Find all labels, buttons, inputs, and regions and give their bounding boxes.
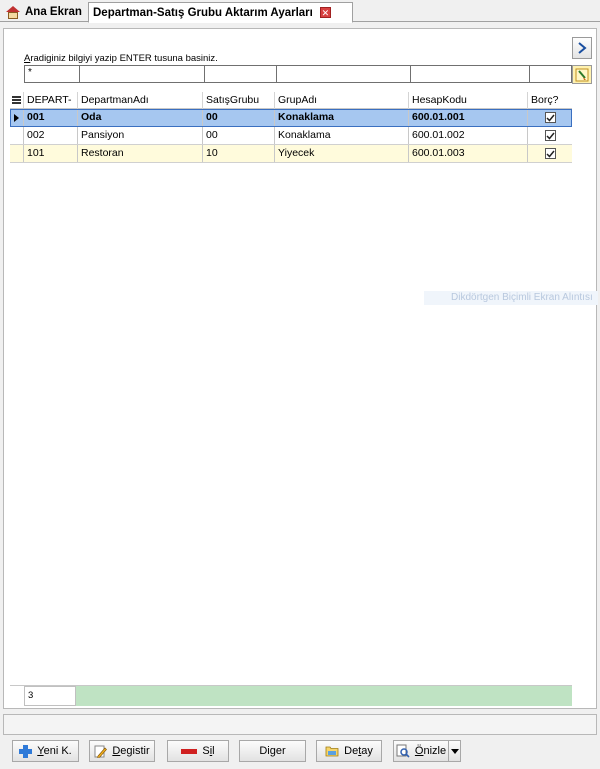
- detay-label: Detay: [344, 745, 373, 757]
- filter-hesap-input[interactable]: [410, 65, 530, 83]
- row-indicator: [10, 127, 24, 144]
- onizle-button[interactable]: Önizle: [393, 740, 449, 762]
- grid-header: DEPART- DepartmanAdı SatışGrubu GrupAdı …: [10, 92, 572, 109]
- yeni-kayit-label: Yeni K.: [37, 745, 72, 757]
- filter-adi-input[interactable]: [79, 65, 205, 83]
- grid-body: 001 Oda 00 Konaklama 600.01.001 002 Pans…: [10, 109, 572, 163]
- row-indicator: [10, 109, 24, 126]
- main-panel: Aradiginiz bilgiyi yazip ENTER tusuna ba…: [3, 28, 598, 709]
- borc-checkbox[interactable]: [544, 148, 556, 159]
- ghost-overlay-text: Dikdörtgen Biçimli Ekran Alıntısı: [424, 291, 598, 305]
- cell-borc[interactable]: [528, 145, 572, 162]
- col-header-borc[interactable]: Borç?: [528, 92, 572, 109]
- table-row[interactable]: 101 Restoran 10 Yiyecek 600.01.003: [10, 145, 572, 163]
- tab-bar: Ana Ekran Departman-Satış Grubu Aktarım …: [0, 0, 600, 23]
- cell-depart[interactable]: 101: [24, 145, 78, 162]
- yeni-kayit-button[interactable]: Yeni K.: [12, 740, 79, 762]
- status-bar: [3, 714, 597, 735]
- diger-label: Diger: [259, 745, 286, 757]
- degistir-label: Degistir: [112, 745, 150, 757]
- tab-active-label: Departman-Satış Grubu Aktarım Ayarları: [93, 6, 313, 19]
- table-row[interactable]: 002 Pansiyon 00 Konaklama 600.01.002: [10, 127, 572, 145]
- col-header-depart[interactable]: DEPART-: [24, 92, 78, 109]
- filter-apply-button[interactable]: [572, 65, 592, 84]
- onizle-label: Önizle: [414, 745, 447, 757]
- footer-summary-bar: [76, 686, 572, 706]
- pencil-icon: [94, 745, 108, 758]
- footer-spacer: [10, 686, 24, 705]
- check-icon: [545, 114, 555, 122]
- chevron-down-icon: [450, 748, 459, 754]
- filter-borc-input[interactable]: [529, 65, 572, 83]
- check-icon: [545, 150, 555, 158]
- cell-satis-grubu[interactable]: 10: [203, 145, 275, 162]
- cell-satis-grubu[interactable]: 00: [203, 127, 275, 144]
- cell-depart[interactable]: 002: [24, 127, 78, 144]
- cell-grup-adi[interactable]: Yiyecek: [275, 145, 409, 162]
- print-preview-icon: [396, 744, 410, 758]
- current-row-arrow-icon: [14, 113, 19, 122]
- tab-home-label: Ana Ekran: [25, 6, 82, 18]
- cell-departman-adi[interactable]: Restoran: [78, 145, 203, 162]
- record-count: 3: [24, 686, 76, 706]
- diger-button[interactable]: Diger: [239, 740, 306, 762]
- cell-hesap-kodu[interactable]: 600.01.001: [409, 109, 528, 126]
- cell-departman-adi[interactable]: Pansiyon: [78, 127, 203, 144]
- plus-icon: [19, 744, 33, 758]
- home-icon: [6, 5, 20, 19]
- filter-satis-input[interactable]: [204, 65, 277, 83]
- col-header-satis-grubu[interactable]: SatışGrubu: [203, 92, 275, 109]
- cell-borc[interactable]: [528, 127, 572, 144]
- degistir-button[interactable]: Degistir: [89, 740, 155, 762]
- cell-depart[interactable]: 001: [24, 109, 78, 126]
- grid-footer: 3: [10, 685, 572, 706]
- col-header-grup-adi[interactable]: GrupAdı: [275, 92, 409, 109]
- col-header-hesap-kodu[interactable]: HesapKodu: [409, 92, 528, 109]
- borc-checkbox[interactable]: [544, 130, 556, 141]
- column-chooser-icon[interactable]: [10, 92, 24, 108]
- close-tab-icon[interactable]: ✕: [319, 7, 331, 18]
- search-hint-text: radiginiz bilgiyi yazip ENTER tusuna bas…: [30, 53, 218, 64]
- tab-departman-aktarim[interactable]: Departman-Satış Grubu Aktarım Ayarları ✕: [88, 2, 353, 23]
- cell-departman-adi[interactable]: Oda: [78, 109, 203, 126]
- cell-satis-grubu[interactable]: 00: [203, 109, 275, 126]
- borc-checkbox[interactable]: [544, 112, 556, 123]
- detay-button[interactable]: Detay: [316, 740, 382, 762]
- search-hint: Aradiginiz bilgiyi yazip ENTER tusuna ba…: [24, 53, 218, 64]
- chevron-right-icon: [578, 42, 587, 54]
- minus-icon: [181, 748, 198, 754]
- row-indicator: [10, 145, 24, 162]
- filter-depart-input[interactable]: *: [24, 65, 80, 83]
- sil-label: Sil: [202, 745, 215, 757]
- cell-hesap-kodu[interactable]: 600.01.003: [409, 145, 528, 162]
- sil-button[interactable]: Sil: [167, 740, 229, 762]
- folder-icon: [325, 746, 339, 757]
- filter-row: *: [24, 65, 572, 83]
- next-button[interactable]: [572, 37, 592, 59]
- filter-grup-input[interactable]: [276, 65, 411, 83]
- filter-broom-icon: [575, 68, 589, 81]
- tab-home[interactable]: Ana Ekran: [2, 2, 87, 22]
- col-header-departman-adi[interactable]: DepartmanAdı: [78, 92, 203, 109]
- cell-grup-adi[interactable]: Konaklama: [275, 127, 409, 144]
- cell-grup-adi[interactable]: Konaklama: [275, 109, 409, 126]
- cell-borc[interactable]: [528, 109, 572, 126]
- onizle-dropdown-button[interactable]: [448, 740, 461, 762]
- cell-hesap-kodu[interactable]: 600.01.002: [409, 127, 528, 144]
- table-row[interactable]: 001 Oda 00 Konaklama 600.01.001: [10, 109, 572, 127]
- check-icon: [545, 132, 555, 140]
